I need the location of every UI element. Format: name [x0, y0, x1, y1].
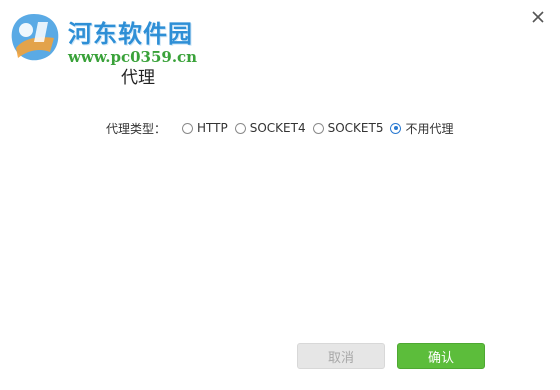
confirm-button[interactable]: 确认 — [397, 343, 485, 369]
proxy-option-none[interactable]: 不用代理 — [390, 120, 453, 137]
radio-label: SOCKET5 — [327, 121, 384, 135]
radio-label: 不用代理 — [405, 121, 454, 136]
cancel-button[interactable]: 取消 — [297, 343, 385, 369]
radio-label: HTTP — [197, 121, 228, 135]
radio-button[interactable] — [312, 122, 324, 134]
dialog-title: 代理 — [121, 68, 155, 88]
watermark-logo-icon — [11, 14, 59, 61]
watermark-brand-text: 河东软件园 — [68, 19, 193, 48]
radio-button[interactable] — [234, 122, 246, 134]
radio-button-selected[interactable] — [390, 122, 402, 134]
radio-button[interactable] — [182, 122, 194, 134]
watermark: 河东软件园 www.pc0359.cn — [4, 8, 214, 68]
close-icon[interactable] — [530, 9, 546, 25]
proxy-type-label: 代理类型： — [106, 121, 167, 136]
radio-label: SOCKET4 — [249, 121, 306, 135]
proxy-option-http[interactable]: HTTP — [182, 121, 228, 135]
proxy-type-row: 代理类型： HTTP SOCKET4 SOCKET5 不用代理 — [106, 119, 460, 137]
proxy-option-socket5[interactable]: SOCKET5 — [312, 121, 384, 135]
proxy-option-socket4[interactable]: SOCKET4 — [234, 121, 306, 135]
